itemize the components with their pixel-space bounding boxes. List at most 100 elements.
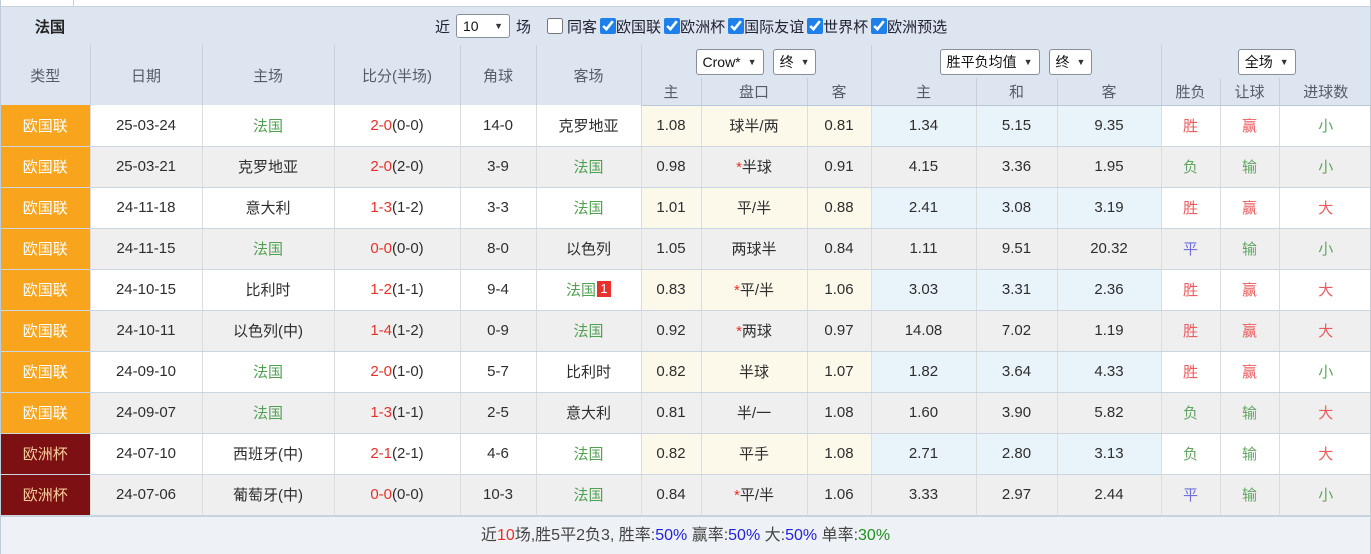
corners-cell: 3-3 (460, 187, 536, 228)
avg-draw-cell: 7.02 (976, 310, 1057, 351)
home-odds-cell: 0.81 (641, 392, 701, 433)
corners-cell: 10-3 (460, 474, 536, 515)
filter-bar: 法国 近 10 ▼ 场 同客 欧国联欧洲杯国际友谊世界杯欧洲预选 (1, 7, 1370, 45)
goals-result-cell: 小 (1279, 228, 1371, 269)
odds-company-group: Crow* ▼ 终 ▼ (641, 45, 871, 78)
handicap-cell: *半球 (701, 146, 807, 187)
avg-stage-select[interactable]: 终 ▼ (1049, 49, 1093, 75)
away-team-cell: 法国 (536, 433, 641, 474)
away-odds-cell: 0.97 (807, 310, 871, 351)
date-cell: 24-11-18 (90, 187, 202, 228)
team-name: 西班牙(中) (233, 446, 303, 463)
home-team-cell: 克罗地亚 (202, 146, 334, 187)
goals-result-cell: 小 (1279, 351, 1371, 392)
avg-win-cell: 14.08 (871, 310, 976, 351)
score-cell: 1-3(1-2) (334, 187, 460, 228)
odds-stage-select[interactable]: 终 ▼ (773, 49, 817, 75)
match-row: 欧洲杯24-07-10西班牙(中)2-1(2-1)4-6法国0.82平手1.08… (1, 433, 1371, 474)
match-row: 欧国联24-10-11以色列(中)1-4(1-2)0-9法国0.92*两球0.9… (1, 310, 1371, 351)
team-name: 法国 (566, 282, 596, 299)
result-cell: 负 (1161, 392, 1220, 433)
avg-win-cell: 1.34 (871, 105, 976, 146)
team-name: 法国 (573, 159, 603, 176)
league-checkbox[interactable] (664, 18, 680, 34)
date-cell: 24-11-15 (90, 228, 202, 269)
home-odds-cell: 0.92 (641, 310, 701, 351)
result-cell: 胜 (1161, 269, 1220, 310)
match-row: 欧国联24-10-15比利时1-2(1-1)9-4法国10.83*平/半1.06… (1, 269, 1371, 310)
handicap-cell: *平/半 (701, 269, 807, 310)
fulltime-score: 1-4 (370, 322, 392, 339)
handicap-cell: 半球 (701, 351, 807, 392)
result-cell: 负 (1161, 146, 1220, 187)
odds-company-select[interactable]: Crow* ▼ (696, 49, 764, 75)
avg-lose-cell: 3.19 (1057, 187, 1161, 228)
avg-lose-cell: 20.32 (1057, 228, 1161, 269)
handicap-result-cell: 赢 (1220, 187, 1279, 228)
handicap-result-cell: 赢 (1220, 310, 1279, 351)
date-cell: 24-10-11 (90, 310, 202, 351)
league-checkbox[interactable] (871, 18, 887, 34)
away-odds-cell: 1.08 (807, 392, 871, 433)
league-cell: 欧国联 (1, 392, 90, 433)
avg-lose-cell: 2.36 (1057, 269, 1161, 310)
home-odds-cell: 0.98 (641, 146, 701, 187)
sub-header-avg-lose: 客 (1057, 78, 1161, 105)
sub-header-result: 胜负 (1161, 78, 1220, 105)
league-filter: 欧国联 (600, 16, 661, 37)
fulltime-score: 1-3 (370, 404, 392, 421)
away-odds-cell: 0.88 (807, 187, 871, 228)
team-name: 以色列 (566, 241, 611, 258)
avg-lose-cell: 4.33 (1057, 351, 1161, 392)
team-name: 法国 (573, 200, 603, 217)
recent-count-select[interactable]: 10 ▼ (456, 14, 510, 38)
handicap-cell: 平/半 (701, 187, 807, 228)
summary-text: 10 (497, 527, 515, 544)
result-cell: 胜 (1161, 105, 1220, 146)
avg-lose-cell: 1.95 (1057, 146, 1161, 187)
summary-text: 50% (655, 527, 687, 544)
avg-odds-select[interactable]: 胜平负均值 ▼ (940, 49, 1040, 75)
league-label: 世界杯 (823, 16, 868, 37)
corners-cell: 9-4 (460, 269, 536, 310)
corners-cell: 4-6 (460, 433, 536, 474)
matches-label: 场 (516, 16, 531, 37)
handicap-cell: 平手 (701, 433, 807, 474)
result-cell: 胜 (1161, 310, 1220, 351)
avg-lose-cell: 3.13 (1057, 433, 1161, 474)
team-name: 法国 (573, 323, 603, 340)
goals-result-cell: 小 (1279, 146, 1371, 187)
team-name: 比利时 (245, 282, 290, 299)
league-checkbox[interactable] (807, 18, 823, 34)
goals-result-cell: 小 (1279, 105, 1371, 146)
away-team-cell: 法国 (536, 310, 641, 351)
chevron-down-icon: ▼ (1024, 57, 1033, 67)
summary-text: 30% (858, 527, 890, 544)
scope-select[interactable]: 全场 ▼ (1238, 49, 1296, 75)
home-team-cell: 西班牙(中) (202, 433, 334, 474)
match-row: 欧国联25-03-21克罗地亚2-0(2-0)3-9法国0.98*半球0.914… (1, 146, 1371, 187)
goals-result-cell: 大 (1279, 392, 1371, 433)
same-away-label: 同客 (567, 16, 597, 37)
match-rows: 欧国联25-03-24法国2-0(0-0)14-0克罗地亚1.08球半/两0.8… (1, 105, 1371, 515)
sub-header-odds-home: 主 (641, 78, 701, 105)
star-marker: * (734, 487, 740, 504)
result-cell: 平 (1161, 474, 1220, 515)
summary-text: 近 (481, 527, 497, 544)
corners-cell: 14-0 (460, 105, 536, 146)
league-checkbox[interactable] (600, 18, 616, 34)
result-cell: 胜 (1161, 351, 1220, 392)
league-filter: 欧洲预选 (871, 16, 947, 37)
same-away-checkbox[interactable] (547, 18, 563, 34)
recent-label: 近 (435, 16, 450, 37)
card-badge: 1 (597, 281, 611, 297)
team-name: 法国 (253, 405, 283, 422)
away-team-cell: 法国1 (536, 269, 641, 310)
avg-odds-group: 胜平负均值 ▼ 终 ▼ (871, 45, 1161, 78)
corners-cell: 3-9 (460, 146, 536, 187)
league-filters: 欧国联欧洲杯国际友谊世界杯欧洲预选 (597, 16, 947, 37)
handicap-cell: *平/半 (701, 474, 807, 515)
avg-draw-cell: 5.15 (976, 105, 1057, 146)
match-row: 欧洲杯24-07-06葡萄牙(中)0-0(0-0)10-3法国0.84*平/半1… (1, 474, 1371, 515)
league-checkbox[interactable] (728, 18, 744, 34)
